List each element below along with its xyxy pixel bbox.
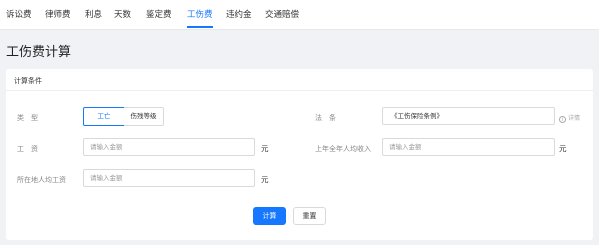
law-detail-link[interactable]: i 详情: [559, 113, 580, 123]
law-article-field: 《工伤保险条例》: [382, 107, 555, 125]
type-option-death[interactable]: 工亡: [83, 107, 125, 126]
law-label: 法 条: [315, 114, 336, 122]
wage-unit: 元: [261, 144, 269, 153]
local-wage-label: 所在地人均工资: [17, 176, 66, 184]
detail-label: 详情: [568, 115, 581, 122]
type-label: 类 型: [17, 114, 38, 122]
local-wage-input[interactable]: [83, 169, 255, 187]
info-icon: i: [559, 116, 566, 123]
tab-lawyer-fee[interactable]: 律师费: [45, 8, 71, 20]
local-wage-unit: 元: [261, 175, 269, 184]
calculation-conditions-card: 计算条件 类 型 工亡 伤残等级 法 条 《工伤保险条例》 i详情 工 资 元 …: [6, 69, 593, 240]
tab-penalty[interactable]: 违约金: [226, 8, 252, 20]
card-title: 计算条件: [14, 77, 42, 85]
tab-work-injury-fee[interactable]: 工伤费: [187, 8, 213, 20]
tab-interest[interactable]: 利息: [85, 8, 102, 20]
calculator-tab-bar: 诉讼费 律师费 利息 天数 鉴定费 工伤费 违约金 交通赔偿: [0, 0, 599, 30]
card-header: 计算条件: [6, 69, 593, 91]
tab-days[interactable]: 天数: [114, 8, 131, 20]
calculate-button[interactable]: 计算: [253, 207, 286, 225]
tab-traffic-compensation[interactable]: 交通赔偿: [265, 8, 299, 20]
active-tab-indicator: [187, 26, 213, 28]
page-title: 工伤费计算: [6, 45, 72, 60]
tab-appraisal-fee[interactable]: 鉴定费: [146, 8, 172, 20]
tab-litigation-fee[interactable]: 诉讼费: [6, 8, 32, 20]
annual-income-label: 上年全年人均收入: [315, 145, 371, 153]
type-option-disability-grade[interactable]: 伤残等级: [124, 107, 164, 126]
annual-income-unit: 元: [559, 144, 567, 153]
wage-input[interactable]: [83, 138, 255, 156]
reset-button[interactable]: 重置: [293, 207, 326, 225]
wage-label: 工 资: [17, 145, 38, 153]
annual-income-input[interactable]: [382, 138, 555, 156]
